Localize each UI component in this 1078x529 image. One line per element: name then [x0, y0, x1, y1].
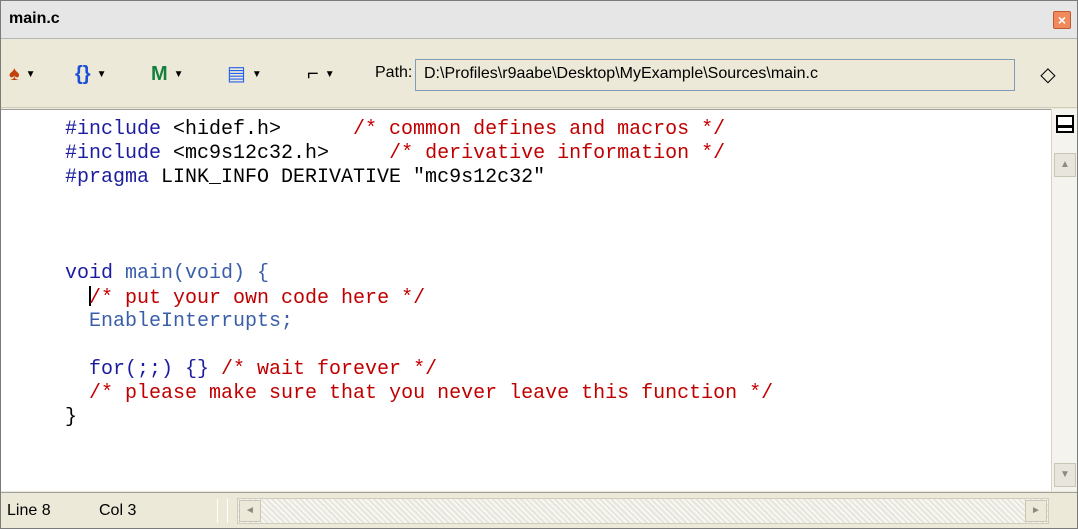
chevron-down-icon: ▼ [96, 68, 107, 80]
code-text: main(void) { [113, 262, 270, 285]
scroll-right-button[interactable]: ► [1025, 500, 1047, 522]
code-comment: /* wait forever */ [221, 358, 438, 381]
code-comment: /* please make sure that you never leave… [89, 382, 774, 405]
code-line[interactable] [65, 190, 773, 214]
chevron-down-icon: ▼ [251, 68, 262, 80]
status-line: Line 8 [7, 502, 51, 519]
code-comment: /* derivative information */ [389, 142, 726, 165]
code-keyword: void [65, 262, 114, 285]
path-label: Path: [375, 64, 413, 81]
status-divider [217, 499, 218, 523]
diamond-icon[interactable]: ◇ [1035, 62, 1061, 88]
chevron-down-icon: ▼ [173, 68, 184, 80]
chevron-down-icon: ▼ [25, 68, 36, 80]
code-line[interactable]: for(;;) {} /* wait forever */ [65, 358, 773, 382]
code-line[interactable]: /* put your own code here */ [65, 286, 773, 310]
code-text: for(;;) {} [65, 358, 222, 381]
scroll-up-button[interactable]: ▲ [1054, 153, 1076, 177]
toolbar: ♠ ▼ {} ▼ M ▼ ▤ ▼ ⌐ ▼ Path: D:\Profiles\r… [1, 40, 1077, 108]
chevron-down-icon: ▼ [324, 68, 335, 80]
close-button[interactable]: × [1053, 11, 1071, 29]
code-comment: /* put your own code here */ [89, 287, 426, 310]
code-keyword: #include [65, 142, 162, 165]
status-column: Col 3 [99, 502, 137, 519]
vertical-scrollbar[interactable]: ▲ ▼ [1051, 109, 1077, 491]
editor-window: main.c × ♠ ▼ {} ▼ M ▼ ▤ ▼ ⌐ ▼ Path: D:\P… [0, 0, 1078, 529]
title-bar: main.c × [1, 1, 1077, 39]
code-text: } [65, 406, 78, 429]
make-menu-button[interactable]: M ▼ [151, 62, 184, 86]
code-text: EnableInterrupts; [65, 310, 294, 333]
code-line[interactable]: #pragma LINK_INFO DERIVATIVE "mc9s12c32" [65, 166, 773, 190]
list-icon: ▤ [227, 63, 246, 85]
code-text: LINK_INFO DERIVATIVE "mc9s12c32" [149, 166, 546, 189]
code-line[interactable]: #include <hidef.h> /* common defines and… [65, 118, 773, 142]
scroll-down-button[interactable]: ▼ [1054, 463, 1076, 487]
split-view-icon[interactable] [1056, 115, 1074, 133]
code-line[interactable]: /* please make sure that you never leave… [65, 382, 773, 406]
braces-menu-button[interactable]: {} ▼ [75, 62, 106, 86]
scroll-left-button[interactable]: ◄ [239, 500, 261, 522]
debug-icon: ♠ [9, 63, 20, 85]
code-keyword: #include [65, 118, 162, 141]
status-divider [227, 499, 228, 523]
code-line[interactable]: } [65, 406, 773, 430]
lock-icon: ⌐ [307, 63, 319, 85]
code-line[interactable] [65, 214, 773, 238]
path-field[interactable]: D:\Profiles\r9aabe\Desktop\MyExample\Sou… [415, 59, 1015, 91]
make-icon: M [151, 63, 168, 85]
code-line[interactable]: void main(void) { [65, 262, 773, 286]
code-line[interactable] [65, 238, 773, 262]
code-line[interactable]: #include <mc9s12c32.h> /* derivative inf… [65, 142, 773, 166]
source-code[interactable]: #include <hidef.h> /* common defines and… [65, 118, 773, 430]
code-editor[interactable]: #include <hidef.h> /* common defines and… [1, 109, 1051, 491]
debug-menu-button[interactable]: ♠ ▼ [9, 62, 36, 86]
code-keyword: #pragma [65, 166, 150, 189]
window-title: main.c [9, 10, 60, 27]
status-bar: Line 8 Col 3 ◄ ► [1, 492, 1077, 528]
code-text: <mc9s12c32.h> [161, 142, 390, 165]
code-text: <hidef.h> [161, 118, 354, 141]
lock-menu-button[interactable]: ⌐ ▼ [307, 62, 335, 86]
code-line[interactable]: EnableInterrupts; [65, 310, 773, 334]
code-comment: /* common defines and macros */ [353, 118, 726, 141]
braces-icon: {} [75, 63, 91, 85]
code-line[interactable] [65, 334, 773, 358]
horizontal-scrollbar[interactable]: ◄ ► [237, 498, 1049, 524]
list-menu-button[interactable]: ▤ ▼ [227, 62, 262, 86]
